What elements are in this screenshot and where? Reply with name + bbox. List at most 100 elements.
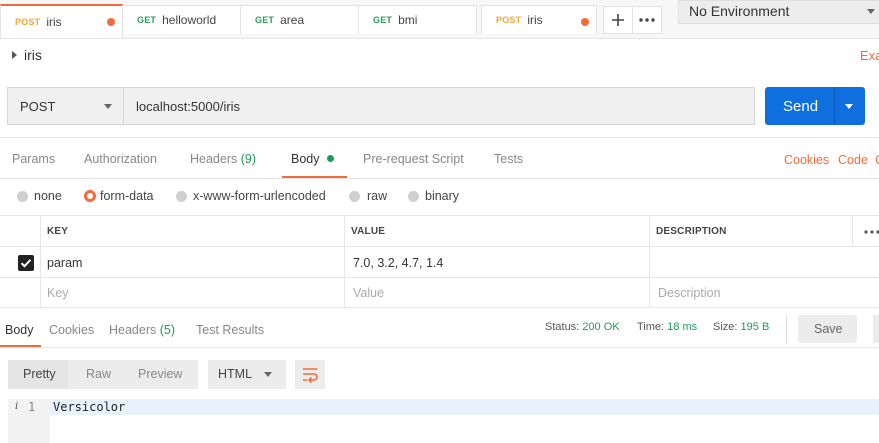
response-tab-body[interactable]: Body: [5, 323, 34, 337]
wrap-lines-button[interactable]: [295, 360, 325, 389]
divider: [786, 315, 787, 343]
examples-link[interactable]: Exa: [860, 48, 879, 63]
response-tab-headers-count: (5): [159, 323, 176, 337]
request-tab-bmi[interactable]: GET bmi: [358, 5, 477, 34]
radio-form-data[interactable]: [84, 190, 96, 202]
radio-urlencoded-label[interactable]: x-www-form-urlencoded: [193, 189, 326, 203]
language-select[interactable]: HTML: [208, 360, 286, 389]
check-icon: [20, 259, 32, 268]
format-raw-button[interactable]: Raw: [68, 360, 126, 389]
table-border: [0, 307, 879, 308]
radio-raw-label[interactable]: raw: [367, 189, 387, 203]
url-input[interactable]: localhost:5000/iris: [123, 87, 755, 125]
row-key[interactable]: param: [47, 256, 82, 270]
radio-raw[interactable]: [349, 191, 360, 202]
format-preview-label: Preview: [138, 367, 183, 381]
unsaved-dot-icon: [581, 18, 589, 26]
format-raw-label: Raw: [86, 367, 112, 381]
tab-tests[interactable]: Tests: [494, 152, 523, 166]
request-tab-bar: POST iris GET helloworld GET area GET bm…: [0, 0, 879, 39]
size-label: Size:: [713, 321, 738, 333]
response-tab-cookies[interactable]: Cookies: [49, 323, 94, 337]
request-name: iris: [24, 47, 42, 63]
environment-value: No Environment: [689, 3, 790, 19]
send-label: Send: [783, 98, 819, 115]
info-icon: i: [15, 401, 19, 412]
response-tab-headers[interactable]: Headers (5): [109, 323, 175, 337]
unsaved-dot-icon: [107, 18, 115, 26]
radio-none[interactable]: [17, 191, 28, 202]
tab-label: area: [280, 13, 305, 27]
new-description-input[interactable]: Description: [658, 286, 721, 300]
extra-link[interactable]: C: [875, 153, 879, 167]
send-button[interactable]: Send: [765, 87, 865, 125]
tab-options-button[interactable]: [632, 6, 662, 34]
environment-select[interactable]: No Environment: [678, 0, 879, 24]
response-time: Time: 18 ms: [637, 321, 697, 333]
row-enabled-checkbox[interactable]: [18, 255, 34, 271]
size-value: 195 B: [740, 321, 770, 333]
table-border: [649, 215, 650, 307]
tab-method: POST: [15, 17, 41, 27]
tab-method: GET: [137, 15, 157, 25]
tab-params[interactable]: Params: [12, 152, 55, 166]
tab-authorization[interactable]: Authorization: [84, 152, 157, 166]
tab-method: GET: [373, 15, 393, 25]
tab-headers-count: (9): [240, 152, 257, 166]
wrap-lines-icon: [303, 368, 318, 383]
save-response-button[interactable]: Save: [798, 315, 857, 343]
response-tab-test-results[interactable]: Test Results: [196, 323, 264, 337]
request-tab-area[interactable]: GET area: [240, 5, 359, 34]
status-value: 200 OK: [582, 321, 620, 333]
table-border: [0, 277, 879, 278]
new-value-input[interactable]: Value: [353, 286, 384, 300]
radio-none-label[interactable]: none: [34, 189, 62, 203]
request-name-toggle[interactable]: iris: [12, 47, 42, 63]
time-value: 18 ms: [667, 321, 698, 333]
tab-label: iris: [527, 13, 543, 27]
time-label: Time:: [637, 321, 665, 333]
new-tab-button[interactable]: [603, 6, 633, 34]
format-preview-button[interactable]: Preview: [126, 360, 198, 389]
column-header-description: DESCRIPTION: [656, 226, 727, 237]
column-header-value: VALUE: [351, 226, 386, 237]
tab-label: bmi: [398, 13, 418, 27]
method-select[interactable]: POST: [7, 87, 123, 125]
send-options-chevron-icon[interactable]: [845, 104, 853, 109]
tab-method: POST: [496, 15, 522, 25]
save-response-label: Save: [814, 322, 843, 336]
radio-urlencoded[interactable]: [176, 191, 187, 202]
tab-method: GET: [255, 15, 275, 25]
more-horizontal-icon[interactable]: [864, 230, 879, 234]
new-key-input[interactable]: Key: [47, 286, 69, 300]
radio-binary-label[interactable]: binary: [425, 189, 459, 203]
plus-icon: [612, 14, 624, 26]
more-horizontal-icon: [639, 18, 655, 22]
row-value[interactable]: 7.0, 3.2, 4.7, 1.4: [353, 256, 443, 270]
request-tab-iris-2[interactable]: POST iris: [481, 5, 597, 34]
status-label: Status:: [545, 321, 580, 333]
tab-label: helloworld: [162, 13, 217, 27]
tab-body[interactable]: Body: [291, 152, 334, 166]
request-tab-helloworld[interactable]: GET helloworld: [122, 5, 241, 34]
radio-binary[interactable]: [408, 191, 419, 202]
url-value: localhost:5000/iris: [136, 99, 241, 114]
tab-headers[interactable]: Headers (9): [190, 152, 256, 166]
cookies-link[interactable]: Cookies: [784, 153, 829, 167]
radio-form-data-label[interactable]: form-data: [100, 189, 154, 203]
code-link[interactable]: Code: [838, 153, 868, 167]
language-value: HTML: [218, 367, 253, 381]
tab-headers-label: Headers: [190, 152, 238, 166]
send-divider: [834, 87, 835, 125]
response-line: Versicolor: [53, 400, 126, 414]
chevron-down-icon: [867, 9, 875, 14]
column-header-key: KEY: [47, 226, 69, 237]
divider: [0, 137, 879, 138]
format-pretty-button[interactable]: Pretty: [8, 360, 68, 389]
overflow-button[interactable]: [873, 315, 879, 343]
response-size: Size: 195 B: [713, 321, 769, 333]
tab-body-label: Body: [291, 152, 320, 166]
active-line-highlight: [50, 399, 879, 415]
request-tab-iris[interactable]: POST iris: [0, 4, 123, 38]
tab-prerequest-script[interactable]: Pre-request Script: [363, 152, 464, 166]
